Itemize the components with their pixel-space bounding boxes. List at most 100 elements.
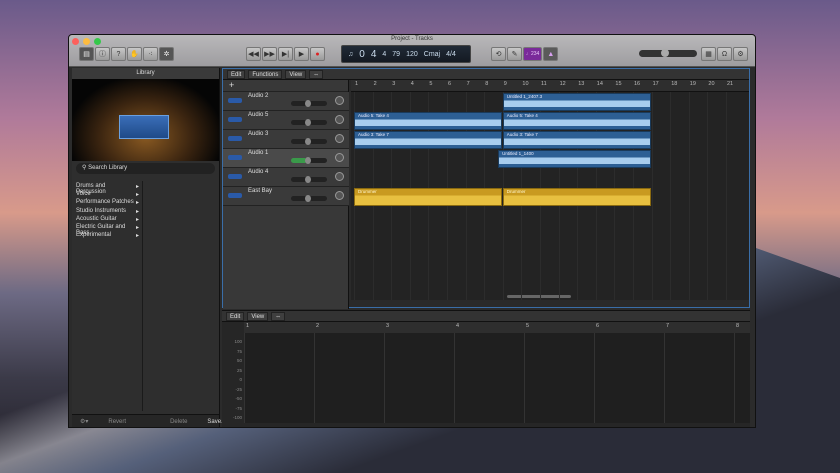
revert-button[interactable]: Revert: [108, 419, 126, 425]
smart-controls-button[interactable]: ✋: [127, 47, 142, 61]
y-axis-label: -25: [235, 386, 242, 392]
audio-region[interactable]: Audio 5: Take 4: [502, 112, 651, 130]
rewind-button[interactable]: ◀◀: [246, 47, 261, 61]
volume-slider[interactable]: [291, 195, 327, 202]
editor-grid[interactable]: [244, 333, 750, 423]
track-headers: + Audio 2 Audio 5 Audio 3 Audio 1 Audio 4 Eas…: [223, 80, 349, 309]
ruler-bar-number: 7: [666, 323, 670, 329]
volume-slider[interactable]: [291, 157, 327, 164]
chevron-right-icon: ▸: [135, 208, 139, 215]
menu-edit[interactable]: Edit: [226, 311, 245, 321]
ruler-bar-number: 6: [448, 81, 452, 87]
volume-slider[interactable]: [291, 119, 327, 126]
play-button[interactable]: ▶: [294, 47, 309, 61]
menu-view[interactable]: View: [285, 69, 307, 79]
menu-functions[interactable]: Functions: [248, 69, 283, 79]
cycle-button[interactable]: ⟲: [491, 47, 506, 61]
category-label: Studio Instruments: [76, 207, 127, 214]
ruler-bar-number: 1: [355, 81, 359, 87]
chevron-right-icon: ▸: [135, 233, 139, 240]
info-button[interactable]: ⓘ: [95, 47, 110, 61]
slider-thumb[interactable]: [305, 157, 311, 164]
slider-thumb[interactable]: [305, 176, 311, 183]
ruler-bar-number: 14: [596, 81, 603, 87]
editors-button[interactable]: ⁖: [143, 47, 158, 61]
help-button[interactable]: ?: [111, 47, 126, 61]
audio-region[interactable]: Untitled 1_1400: [498, 150, 651, 168]
track-name: East Bay: [248, 188, 273, 194]
audio-region[interactable]: Audio 3: Take 7: [502, 131, 651, 149]
track-header[interactable]: Audio 4: [223, 168, 349, 187]
slider-thumb[interactable]: [305, 138, 311, 145]
notepad-button[interactable]: ▦: [701, 47, 716, 61]
lcd-tempo: 120: [406, 50, 418, 58]
library-category[interactable]: Acoustic Guitar ▸: [72, 216, 142, 224]
audio-region[interactable]: Audio 3: Take 7: [354, 131, 502, 149]
track-name: Audio 4: [248, 169, 269, 175]
pan-knob[interactable]: [335, 191, 344, 200]
lcd-key: Cmaj: [423, 50, 441, 58]
catch-button[interactable]: ⇔: [309, 69, 324, 79]
delete-button[interactable]: Delete: [170, 419, 187, 425]
slider-thumb[interactable]: [305, 195, 311, 202]
ruler-bar-number: 5: [429, 81, 433, 87]
audio-region[interactable]: Audio 5: Take 4: [354, 112, 502, 130]
volume-slider[interactable]: [291, 100, 327, 107]
menu-view[interactable]: View: [247, 311, 269, 321]
horizontal-scrollbar[interactable]: [507, 295, 571, 298]
library-category[interactable]: Experimental ▸: [72, 232, 142, 240]
timeline[interactable]: 1 2 3 4 5 6 7 8 9 10 11 12 13 14 15 16 17 18 19 20 21 Untitl…: [351, 80, 749, 300]
pan-knob[interactable]: [335, 172, 344, 181]
library-category[interactable]: Drums and Percussion ▸: [72, 183, 142, 195]
y-axis-label: -75: [235, 405, 242, 411]
library-category[interactable]: Voice ▸: [72, 191, 142, 199]
catch-button[interactable]: ⇔: [271, 311, 286, 321]
library-category[interactable]: Performance Patches ▸: [72, 199, 142, 207]
track-header[interactable]: Audio 3: [223, 130, 349, 149]
library-search-input[interactable]: ⚲ Search Library: [76, 163, 215, 174]
ruler-bar-number: 4: [456, 323, 460, 329]
lcd-beat: 4: [370, 48, 377, 60]
volume-slider[interactable]: [291, 176, 327, 183]
slider-thumb[interactable]: [305, 100, 311, 107]
ruler[interactable]: 1 2 3 4 5 6 7 8 9 10 11 12 13 14 15 16 17 18 19 20 21: [351, 80, 749, 92]
menu-edit[interactable]: Edit: [227, 69, 246, 79]
library-category[interactable]: Studio Instruments ▸: [72, 208, 142, 216]
record-button[interactable]: ●: [310, 47, 325, 61]
ruler-bar-number: 17: [652, 81, 659, 87]
slider-thumb[interactable]: [305, 119, 311, 126]
audio-editor: Edit View ⇔ 1 2 3 4 5 6 7 8 100 75 50 25 0 -25 -50 -75 -1…: [222, 310, 750, 427]
ruler-bar-number: 2: [316, 323, 320, 329]
tuner-button[interactable]: ✎: [507, 47, 522, 61]
lcd-display[interactable]: ♫ 0 4 4 79 120 Cmaj 4/4: [341, 45, 471, 63]
library-category[interactable]: Electric Guitar and Bass ▸: [72, 224, 142, 236]
track-header[interactable]: Audio 5: [223, 111, 349, 130]
media-browser-button[interactable]: ⚙: [733, 47, 748, 61]
drummer-region[interactable]: Drummer: [354, 188, 502, 206]
metronome-button[interactable]: ▲: [543, 47, 559, 61]
loop-browser-button[interactable]: Ω: [717, 47, 732, 61]
pan-knob[interactable]: [335, 115, 344, 124]
volume-slider[interactable]: [291, 138, 327, 145]
pan-knob[interactable]: [335, 153, 344, 162]
pan-knob[interactable]: [335, 96, 344, 105]
gear-menu-button[interactable]: ⚙▾: [80, 418, 88, 425]
track-header[interactable]: East Bay: [223, 187, 349, 206]
add-track-button[interactable]: +: [223, 80, 348, 92]
pan-knob[interactable]: [335, 134, 344, 143]
count-in-button[interactable]: ♩234: [523, 47, 543, 61]
forward-button[interactable]: ▶▶: [262, 47, 277, 61]
score-button[interactable]: ✲: [159, 47, 174, 61]
ruler-bar-number: 5: [526, 323, 530, 329]
track-header[interactable]: Audio 1: [223, 149, 349, 168]
chevron-right-icon: ▸: [135, 216, 139, 223]
audio-region[interactable]: Untitled 1_2407.3: [502, 93, 651, 111]
track-header[interactable]: Audio 2: [223, 92, 349, 111]
library-button[interactable]: ▤: [79, 47, 94, 61]
ruler-bar-number: 1: [246, 323, 250, 329]
go-to-start-button[interactable]: ▶|: [278, 47, 293, 61]
master-volume-slider[interactable]: [639, 49, 697, 57]
ruler-bar-number: 8: [736, 323, 740, 329]
drummer-region[interactable]: Drummer: [502, 188, 651, 206]
garageband-window: Project - Tracks ▤ ⓘ ? ✋ ⁖ ✲ ◀◀ ▶▶ ▶| ▶ …: [68, 34, 756, 428]
